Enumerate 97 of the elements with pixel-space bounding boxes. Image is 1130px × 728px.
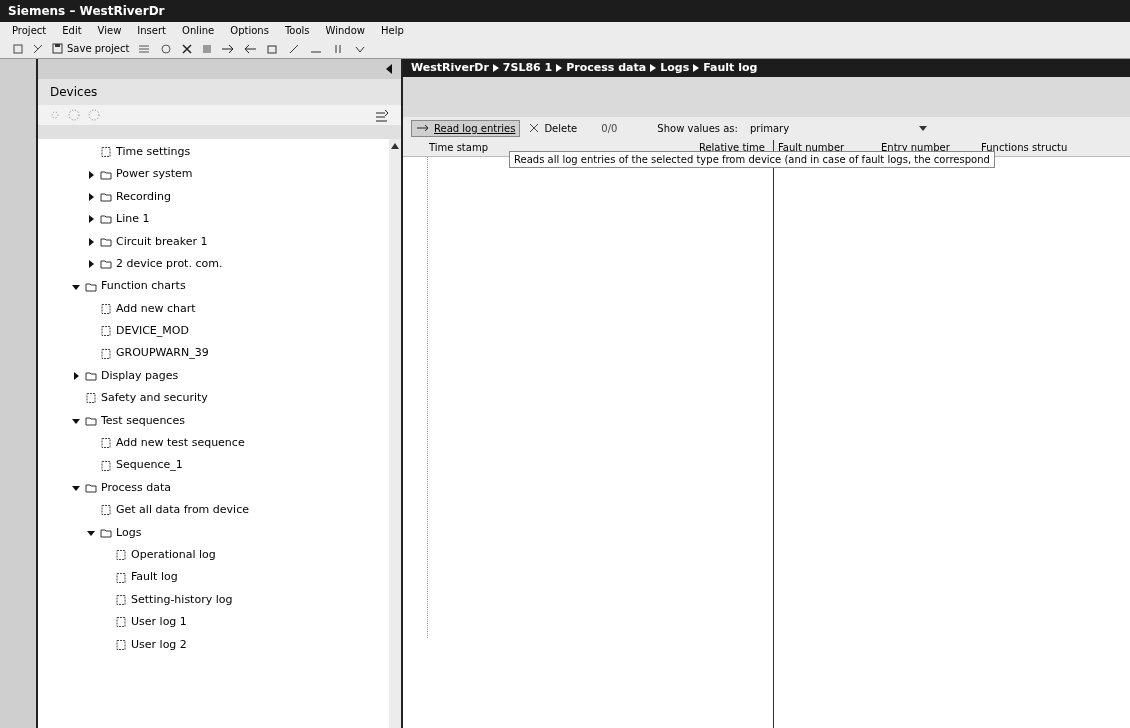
item-icon (100, 325, 112, 338)
tooltip: Reads all log entries of the selected type from device (and in case of fault logs, the correspond (509, 151, 995, 168)
tree-item[interactable]: Circuit breaker 1 (116, 233, 208, 250)
tree-item[interactable]: Test sequences (101, 412, 185, 430)
folder-icon (85, 370, 97, 383)
tree-item[interactable]: Power system (116, 166, 193, 183)
tree-item[interactable]: Line 1 (116, 211, 150, 228)
toolbar-icon[interactable] (159, 42, 174, 55)
item-icon (100, 459, 112, 472)
show-values-label: Show values as: (657, 121, 738, 136)
menu-item[interactable]: Online (182, 23, 215, 38)
tree-item[interactable]: Logs (116, 524, 142, 542)
folder-icon (85, 482, 97, 495)
tree-item[interactable]: Setting-history log (131, 591, 233, 609)
collapsed-arrow-icon[interactable] (87, 260, 95, 269)
tree-item[interactable]: Add new test sequence (116, 435, 245, 452)
tree-item[interactable]: Display pages (101, 367, 179, 385)
folder-icon (100, 168, 112, 181)
toolbar-icon[interactable] (375, 108, 389, 122)
breadcrumb-separator-icon (556, 64, 563, 72)
menu-item[interactable]: Insert (137, 23, 166, 38)
menu-item[interactable]: Window (325, 23, 365, 38)
collapsed-arrow-icon[interactable] (87, 237, 95, 246)
scrollbar[interactable] (389, 139, 401, 728)
menu-item[interactable]: Tools (284, 23, 310, 38)
tree-item[interactable]: Operational log (131, 546, 216, 564)
folder-icon (85, 414, 97, 427)
read-log-entries-button[interactable]: Read log entries (411, 119, 521, 137)
expanded-arrow-icon[interactable] (87, 528, 95, 537)
expanded-arrow-icon[interactable] (72, 416, 80, 425)
breadcrumb-item[interactable]: Fault log (703, 59, 758, 77)
collapsed-arrow-icon[interactable] (87, 170, 95, 179)
tree-item[interactable]: Safety and security (101, 390, 208, 407)
item-icon (115, 638, 127, 651)
show-values-dropdown[interactable]: primary (745, 120, 931, 136)
tree-item[interactable]: GROUPWARN_39 (116, 345, 209, 362)
item-icon (100, 347, 112, 360)
folder-icon (100, 213, 112, 226)
arrow-right-icon (416, 123, 430, 133)
menu-item[interactable]: Edit (62, 23, 82, 38)
caret-icon (918, 125, 927, 131)
item-icon (115, 549, 127, 562)
collapsed-arrow-icon[interactable] (87, 215, 95, 224)
panel-title: Devices (50, 84, 98, 101)
item-icon (115, 594, 127, 606)
item-icon (115, 571, 127, 584)
breadcrumb-item[interactable]: Process data (566, 59, 647, 77)
save-project-button[interactable]: Save project (52, 41, 130, 56)
tree-item[interactable]: User log 2 (131, 636, 187, 654)
item-icon (85, 392, 97, 405)
delete-icon (528, 122, 541, 134)
window-title: Siemens – WestRiverDr (8, 3, 165, 20)
tree-item[interactable]: Fault log (131, 569, 178, 586)
menu-item[interactable]: Options (230, 23, 269, 38)
tree-item[interactable]: 2 device prot. com. (116, 255, 223, 273)
floppy-icon (52, 43, 63, 54)
menu-item[interactable]: View (97, 23, 122, 38)
breadcrumb-separator-icon (492, 64, 499, 72)
item-icon (100, 504, 112, 517)
expanded-arrow-icon[interactable] (72, 282, 80, 291)
folder-icon (100, 235, 112, 248)
tree-item[interactable]: Process data (101, 479, 171, 497)
close-icon[interactable] (181, 42, 194, 55)
breadcrumb-separator-icon (650, 64, 657, 72)
toolbar-icon[interactable] (32, 42, 44, 55)
scroll-up-icon[interactable] (391, 143, 399, 149)
tree-item[interactable]: Time settings (116, 143, 191, 161)
tree-item[interactable]: Function charts (101, 278, 186, 295)
tree-item[interactable]: Sequence_1 (116, 457, 183, 474)
delete-button[interactable]: Delete (528, 120, 578, 136)
tree-item[interactable]: Get all data from device (116, 502, 249, 519)
tree-item[interactable]: Add new chart (116, 300, 196, 318)
tree-item[interactable]: Recording (116, 188, 172, 206)
item-icon (100, 437, 112, 450)
breadcrumb-separator-icon (693, 64, 700, 72)
breadcrumb-item[interactable]: 7SL86 1 (502, 59, 553, 77)
folder-icon (100, 190, 112, 203)
tree-item[interactable]: User log 1 (131, 614, 187, 631)
menu-item[interactable]: Help (380, 23, 404, 38)
arrow-right-icon[interactable] (221, 42, 236, 55)
collapsed-arrow-icon[interactable] (72, 372, 80, 381)
entry-count: 0/0 (601, 121, 618, 136)
folder-icon (85, 280, 97, 293)
collapsed-side-strip[interactable] (0, 59, 38, 728)
collapsed-arrow-icon[interactable] (87, 192, 95, 201)
breadcrumb-item[interactable]: Logs (660, 59, 690, 77)
arrow-left-icon[interactable] (243, 42, 258, 55)
folder-icon (100, 258, 112, 271)
collapse-arrow-icon[interactable] (385, 64, 393, 74)
folder-icon (100, 526, 112, 539)
tree-item[interactable]: DEVICE_MOD (116, 323, 189, 340)
item-icon (100, 302, 112, 315)
item-icon (115, 616, 127, 629)
breadcrumb-item[interactable]: WestRiverDr (411, 59, 489, 77)
item-icon (100, 146, 112, 159)
expanded-arrow-icon[interactable] (72, 484, 80, 493)
menu-item[interactable]: Project (12, 23, 47, 38)
